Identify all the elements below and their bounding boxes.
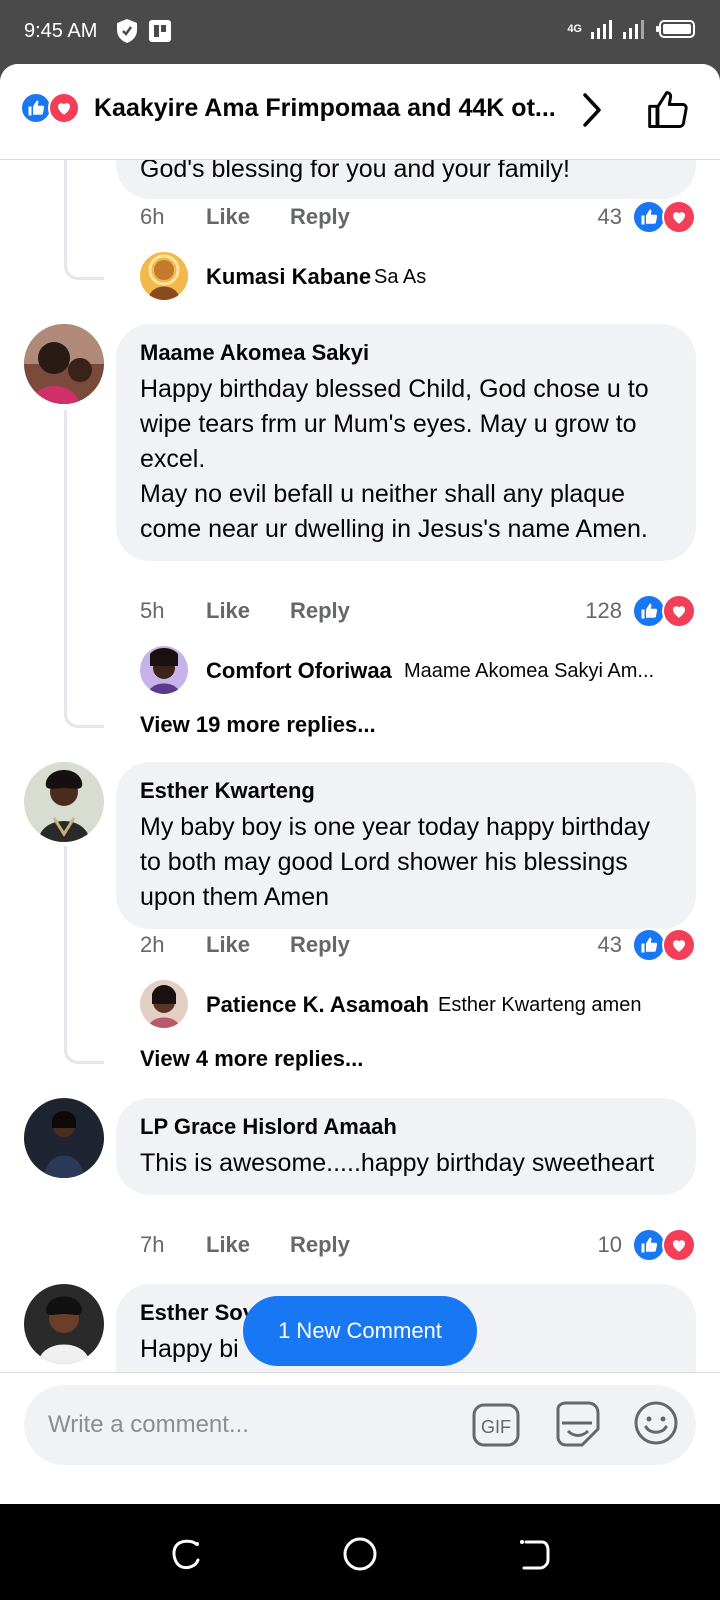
home-icon[interactable]: [340, 1534, 380, 1574]
comment-time: 2h: [140, 932, 165, 957]
new-comment-button[interactable]: 1 New Comment: [243, 1296, 477, 1366]
love-reaction-icon: [48, 92, 80, 124]
reply-text: Esther Kwarteng amen: [438, 994, 642, 1016]
reaction-count: 43: [597, 932, 622, 957]
sticker-icon[interactable]: [552, 1399, 602, 1449]
avatar[interactable]: [140, 646, 188, 694]
thread-line: [64, 994, 104, 1064]
comment-actions: 2h Like Reply 43: [140, 928, 696, 962]
reply-author[interactable]: Comfort Oforiwaa: [206, 658, 392, 684]
view-more-replies[interactable]: View 4 more replies...: [140, 1046, 363, 1072]
comment-text: This is awesome.....happy birthday sweet…: [140, 1149, 655, 1177]
reply-author[interactable]: Patience K. Asamoah: [206, 992, 429, 1018]
thread-line: [64, 660, 104, 728]
status-time: 9:45 AM: [24, 20, 98, 42]
signal-icon-2: [623, 20, 644, 39]
status-bar: 9:45 AM 4G: [0, 0, 720, 64]
thumbs-up-icon[interactable]: [646, 88, 690, 132]
header-reaction-summary: [20, 92, 80, 124]
avatar[interactable]: [140, 252, 188, 300]
reaction-icons[interactable]: [632, 928, 696, 962]
network-type-label: 4G: [567, 23, 582, 35]
comment-author[interactable]: LP Grace Hislord Amaah: [140, 1114, 672, 1140]
header-title[interactable]: Kaakyire Ama Frimpomaa and 44K ot...: [94, 94, 564, 123]
like-reaction-icon: [632, 1228, 666, 1262]
reply-preview[interactable]: Patience K. Asamoah Esther Kwarteng amen: [140, 980, 700, 1030]
reaction-count: 10: [597, 1232, 622, 1257]
signal-icon: [591, 20, 612, 39]
like-reaction-icon: [632, 594, 666, 628]
love-reaction-icon: [662, 928, 696, 962]
battery-icon: [656, 20, 695, 38]
gif-label: GIF: [481, 1417, 511, 1437]
comment-bubble[interactable]: LP Grace Hislord Amaah This is awesome..…: [116, 1098, 696, 1195]
app-notification-icon: [149, 20, 171, 42]
love-reaction-icon: [662, 200, 696, 234]
shield-icon: [117, 19, 137, 43]
back-icon[interactable]: [514, 1534, 554, 1574]
comment-actions: 7h Like Reply 10: [140, 1228, 696, 1262]
comment-time: 7h: [140, 1232, 165, 1257]
chevron-right-icon[interactable]: [580, 90, 604, 130]
reaction-count: 128: [585, 598, 622, 623]
avatar[interactable]: [24, 1284, 104, 1364]
avatar[interactable]: [24, 762, 104, 842]
like-button[interactable]: Like: [206, 598, 250, 624]
reply-button[interactable]: Reply: [290, 932, 350, 958]
reply-text: Sa As: [374, 266, 427, 288]
love-reaction-icon: [662, 594, 696, 628]
comment-text: God's blessing for you and your family!: [140, 160, 570, 183]
comment-text: My baby boy is one year today happy birt…: [140, 813, 651, 911]
avatar[interactable]: [24, 1098, 104, 1178]
comment-input[interactable]: [48, 1385, 448, 1465]
recent-apps-icon[interactable]: [166, 1534, 206, 1574]
comment-author[interactable]: Esther Kwarteng: [140, 778, 672, 804]
reaction-count: 43: [597, 204, 622, 229]
comment-bubble[interactable]: God's blessing for you and your family!: [116, 160, 696, 199]
comment-author[interactable]: Maame Akomea Sakyi: [140, 340, 672, 366]
comment-text: Happy birthday blessed Child, God chose …: [140, 375, 649, 543]
comments-sheet: Kaakyire Ama Frimpomaa and 44K ot... God…: [0, 64, 720, 1504]
avatar[interactable]: [24, 324, 104, 404]
comment-time: 6h: [140, 204, 165, 229]
like-button[interactable]: Like: [206, 204, 250, 230]
comment-composer: GIF: [0, 1372, 720, 1476]
gif-icon[interactable]: GIF: [472, 1401, 520, 1449]
emoji-icon[interactable]: [632, 1399, 680, 1447]
view-more-replies[interactable]: View 19 more replies...: [140, 712, 376, 738]
reply-button[interactable]: Reply: [290, 1232, 350, 1258]
reactions-header[interactable]: Kaakyire Ama Frimpomaa and 44K ot...: [0, 64, 720, 160]
love-reaction-icon: [662, 1228, 696, 1262]
comment-feed[interactable]: God's blessing for you and your family! …: [0, 160, 720, 1464]
avatar[interactable]: [140, 980, 188, 1028]
reaction-icons[interactable]: [632, 1228, 696, 1262]
system-nav-bar: [0, 1504, 720, 1600]
like-reaction-icon: [632, 200, 666, 234]
reply-author[interactable]: Kumasi Kabane: [206, 264, 371, 290]
reply-button[interactable]: Reply: [290, 598, 350, 624]
comment-actions: 5h Like Reply 128: [140, 594, 696, 628]
reply-preview[interactable]: Comfort Oforiwaa Maame Akomea Sakyi Am..…: [140, 646, 700, 696]
reply-text: Maame Akomea Sakyi Am...: [404, 660, 655, 682]
comment-actions: 6h Like Reply 43: [140, 200, 696, 234]
like-button[interactable]: Like: [206, 1232, 250, 1258]
thread-line: [64, 160, 104, 280]
like-button[interactable]: Like: [206, 932, 250, 958]
comment-bubble[interactable]: Esther Kwarteng My baby boy is one year …: [116, 762, 696, 929]
reply-button[interactable]: Reply: [290, 204, 350, 230]
reply-preview[interactable]: Kumasi Kabane Sa As: [140, 252, 700, 302]
reaction-icons[interactable]: [632, 200, 696, 234]
composer-box[interactable]: GIF: [24, 1385, 696, 1465]
like-reaction-icon: [632, 928, 666, 962]
comment-time: 5h: [140, 598, 165, 623]
comment-bubble[interactable]: Maame Akomea Sakyi Happy birthday blesse…: [116, 324, 696, 561]
reaction-icons[interactable]: [632, 594, 696, 628]
